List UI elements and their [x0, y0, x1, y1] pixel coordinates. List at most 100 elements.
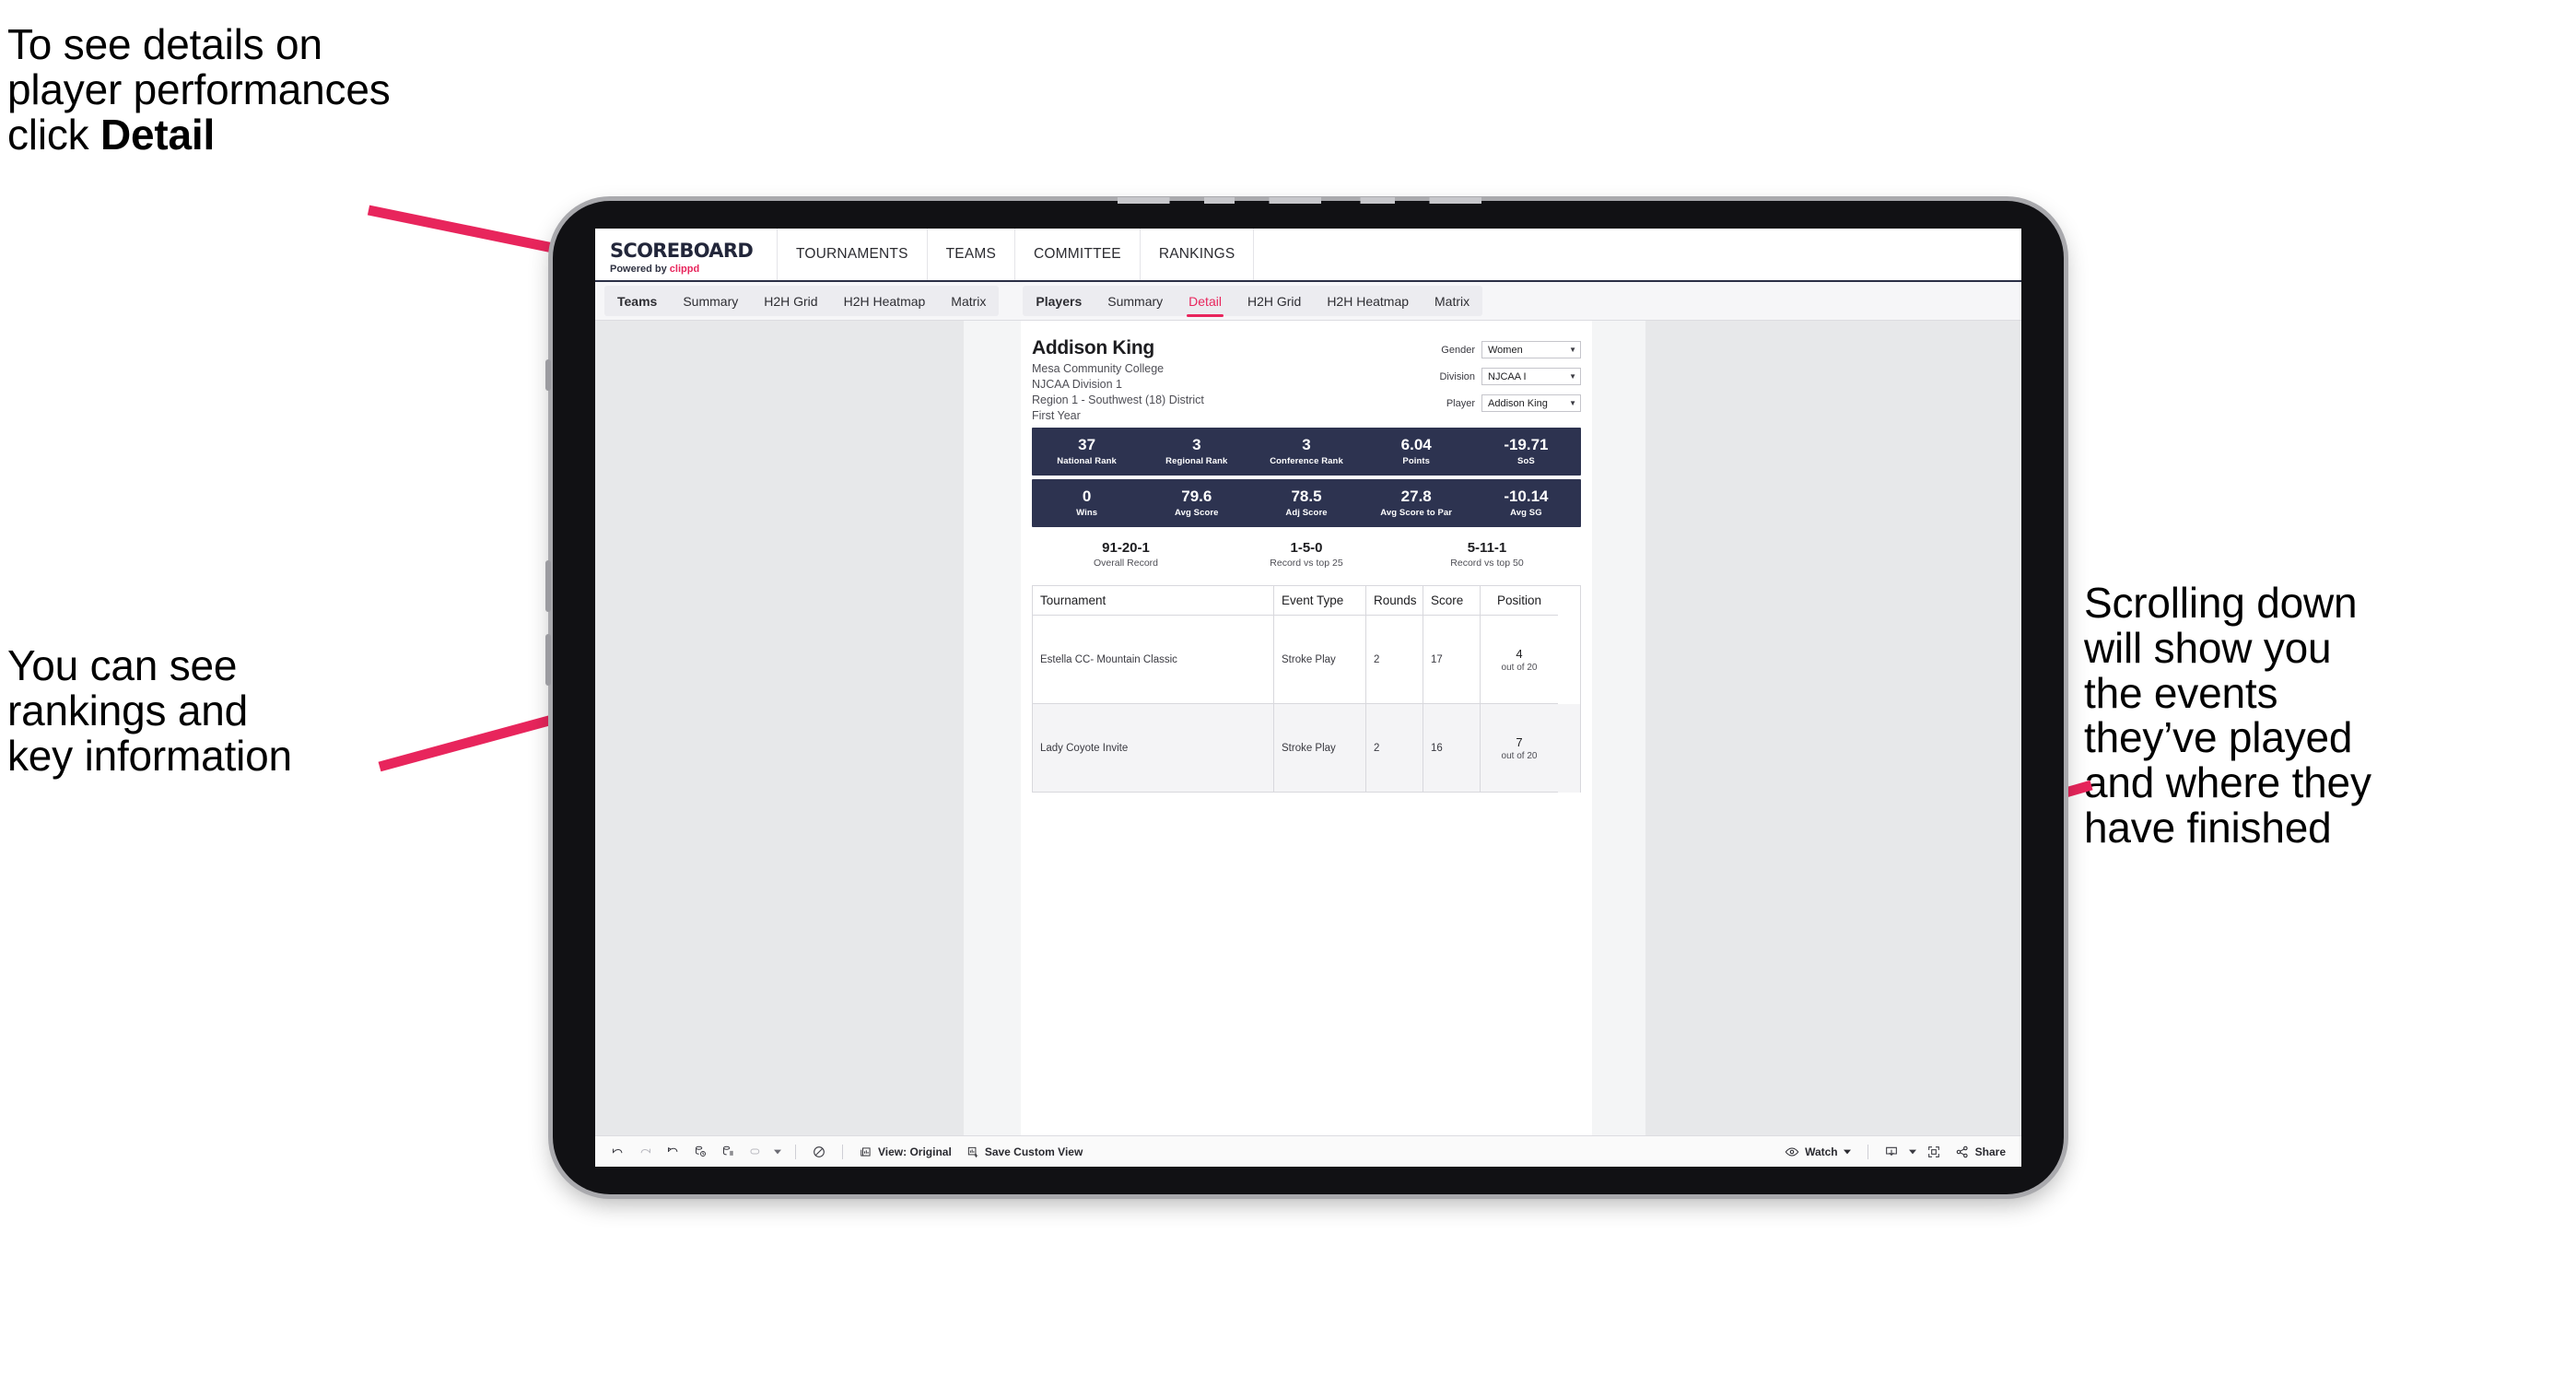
stat-wins-value: 0	[1082, 487, 1092, 505]
topnav-rankings[interactable]: RANKINGS	[1141, 229, 1255, 280]
record-top25: 1-5-0 Record vs top 25	[1216, 540, 1397, 569]
filter-player-select[interactable]: Addison King ▼	[1481, 394, 1581, 412]
cell-position-value: 7	[1516, 734, 1523, 749]
site-header: SCOREBOARD Powered by clippd TOURNAMENTS…	[595, 229, 2021, 282]
download-dropdown-icon[interactable]	[1906, 1140, 1919, 1164]
cell-rounds: 2	[1366, 616, 1423, 704]
dashboard-sheet: Addison King Mesa Community College NJCA…	[964, 321, 1645, 1167]
pause-data-icon[interactable]	[715, 1140, 741, 1164]
stat-points-label: Points	[1402, 456, 1431, 467]
column-header-event-type[interactable]: Event Type	[1274, 586, 1366, 616]
cell-position-outof: out of 20	[1501, 662, 1538, 673]
tab-teams-head[interactable]: Teams	[604, 286, 670, 316]
stat-avg-sg: -10.14 Avg SG	[1471, 487, 1581, 518]
tablet-volume-up-button[interactable]	[545, 560, 551, 612]
table-row[interactable]: Estella CC- Mountain Classic Stroke Play…	[1033, 616, 1580, 704]
save-custom-view-label: Save Custom View	[984, 1145, 1083, 1158]
tab-teams-h2h-heatmap[interactable]: H2H Heatmap	[831, 286, 939, 316]
tab-players-detail[interactable]: Detail	[1176, 286, 1235, 317]
refresh-data-icon[interactable]	[687, 1140, 713, 1164]
annotation-right: Scrolling down will show you the events …	[2084, 579, 2371, 852]
player-year: First Year	[1032, 409, 1081, 422]
record-top50-label: Record vs top 50	[1450, 558, 1524, 569]
cell-score: 17	[1423, 616, 1481, 704]
dashboard-canvas: Addison King Mesa Community College NJCA…	[595, 321, 2021, 1167]
toolbar-left-group: View: Original Save Custom View	[604, 1140, 1089, 1164]
table-header-row: Tournament Event Type Rounds Score Posit…	[1033, 586, 1580, 616]
download-icon[interactable]	[1879, 1140, 1904, 1164]
filter-division-select[interactable]: NJCAA I ▼	[1481, 368, 1581, 385]
tabgroup-teams: Teams Summary H2H Grid H2H Heatmap Matri…	[604, 286, 1000, 316]
filter-division-value: NJCAA I	[1488, 370, 1527, 382]
filter-player-value: Addison King	[1488, 397, 1548, 409]
watch-button[interactable]: Watch	[1778, 1140, 1857, 1164]
column-header-position[interactable]: Position	[1481, 586, 1558, 616]
highlight-dropdown-icon[interactable]	[770, 1140, 785, 1164]
cell-position-value: 4	[1516, 646, 1523, 661]
topnav-committee[interactable]: COMMITTEE	[1015, 229, 1141, 280]
player-header-block: Addison King Mesa Community College NJCA…	[1032, 337, 1581, 422]
tab-players-head[interactable]: Players	[1023, 286, 1095, 316]
record-overall: 91-20-1 Overall Record	[1036, 540, 1216, 569]
tab-teams-h2h-grid[interactable]: H2H Grid	[751, 286, 830, 316]
fullscreen-icon[interactable]	[1921, 1140, 1947, 1164]
cell-rounds: 2	[1366, 704, 1423, 793]
chevron-down-icon: ▼	[1569, 346, 1576, 354]
brand-logo[interactable]: SCOREBOARD Powered by clippd	[595, 229, 778, 280]
save-custom-view-button[interactable]: Save Custom View	[960, 1140, 1090, 1164]
player-division: NJCAA Division 1	[1032, 378, 1122, 391]
topnav-tournaments[interactable]: TOURNAMENTS	[778, 229, 928, 280]
filter-division: Division NJCAA I ▼	[1431, 368, 1581, 385]
tab-teams-matrix[interactable]: Matrix	[938, 286, 999, 316]
topnav-teams[interactable]: TEAMS	[928, 229, 1016, 280]
pause-refresh-icon[interactable]	[806, 1140, 832, 1164]
column-header-tournament[interactable]: Tournament	[1033, 586, 1274, 616]
filter-gender-value: Women	[1488, 344, 1523, 356]
stat-conference-rank-value: 3	[1302, 435, 1311, 453]
tab-players-matrix[interactable]: Matrix	[1422, 286, 1482, 316]
record-top25-label: Record vs top 25	[1270, 558, 1343, 569]
filter-gender-label: Gender	[1441, 344, 1475, 356]
stat-avg-score-to-par: 27.8 Avg Score to Par	[1362, 487, 1471, 518]
annotation-top-left: To see details on player performances cl…	[7, 22, 597, 157]
cell-position: 7 out of 20	[1481, 704, 1558, 793]
record-overall-value: 91-20-1	[1102, 540, 1150, 556]
record-top50: 5-11-1 Record vs top 50	[1397, 540, 1577, 569]
stat-regional-rank: 3 Regional Rank	[1142, 436, 1251, 466]
player-identity: Addison King Mesa Community College NJCA…	[1032, 337, 1204, 422]
revert-icon[interactable]	[660, 1140, 685, 1164]
column-header-score[interactable]: Score	[1423, 586, 1481, 616]
stat-avg-score-value: 79.6	[1181, 487, 1212, 505]
toolbar-divider	[842, 1144, 843, 1159]
watch-label: Watch	[1805, 1145, 1838, 1158]
filter-panel: Gender Women ▼ Division NJCAA I ▼ Player…	[1431, 337, 1581, 412]
dashboard-inner-panel: Addison King Mesa Community College NJCA…	[1021, 321, 1592, 1167]
stat-sos-label: SoS	[1517, 456, 1535, 467]
player-name: Addison King	[1032, 337, 1154, 358]
tab-players-h2h-grid[interactable]: H2H Grid	[1235, 286, 1314, 316]
cell-event-type: Stroke Play	[1274, 616, 1366, 704]
stat-sos: -19.71 SoS	[1471, 436, 1581, 467]
stat-avg-score-label: Avg Score	[1175, 508, 1219, 519]
stat-wins: 0 Wins	[1032, 487, 1142, 518]
tab-players-summary[interactable]: Summary	[1095, 286, 1176, 316]
filter-gender-select[interactable]: Women ▼	[1481, 341, 1581, 358]
cell-score: 16	[1423, 704, 1481, 793]
view-original-button[interactable]: View: Original	[853, 1140, 958, 1164]
tablet-power-button[interactable]	[545, 359, 551, 391]
stat-avg-sg-value: -10.14	[1504, 487, 1549, 505]
tablet-volume-down-button[interactable]	[545, 634, 551, 686]
tabgroup-players: Players Summary Detail H2H Grid H2H Heat…	[1023, 286, 1483, 317]
tab-teams-summary[interactable]: Summary	[670, 286, 751, 316]
events-table: Tournament Event Type Rounds Score Posit…	[1032, 585, 1581, 793]
tab-players-h2h-heatmap[interactable]: H2H Heatmap	[1314, 286, 1422, 316]
record-overall-label: Overall Record	[1093, 558, 1159, 569]
stat-conference-rank-label: Conference Rank	[1270, 456, 1343, 467]
redo-icon[interactable]	[632, 1140, 658, 1164]
undo-icon[interactable]	[604, 1140, 630, 1164]
share-button[interactable]: Share	[1949, 1140, 2012, 1164]
highlight-icon[interactable]	[743, 1140, 768, 1164]
table-row[interactable]: Lady Coyote Invite Stroke Play 2 16 7 ou…	[1033, 704, 1580, 793]
cell-tournament: Lady Coyote Invite	[1033, 704, 1274, 793]
column-header-rounds[interactable]: Rounds	[1366, 586, 1423, 616]
